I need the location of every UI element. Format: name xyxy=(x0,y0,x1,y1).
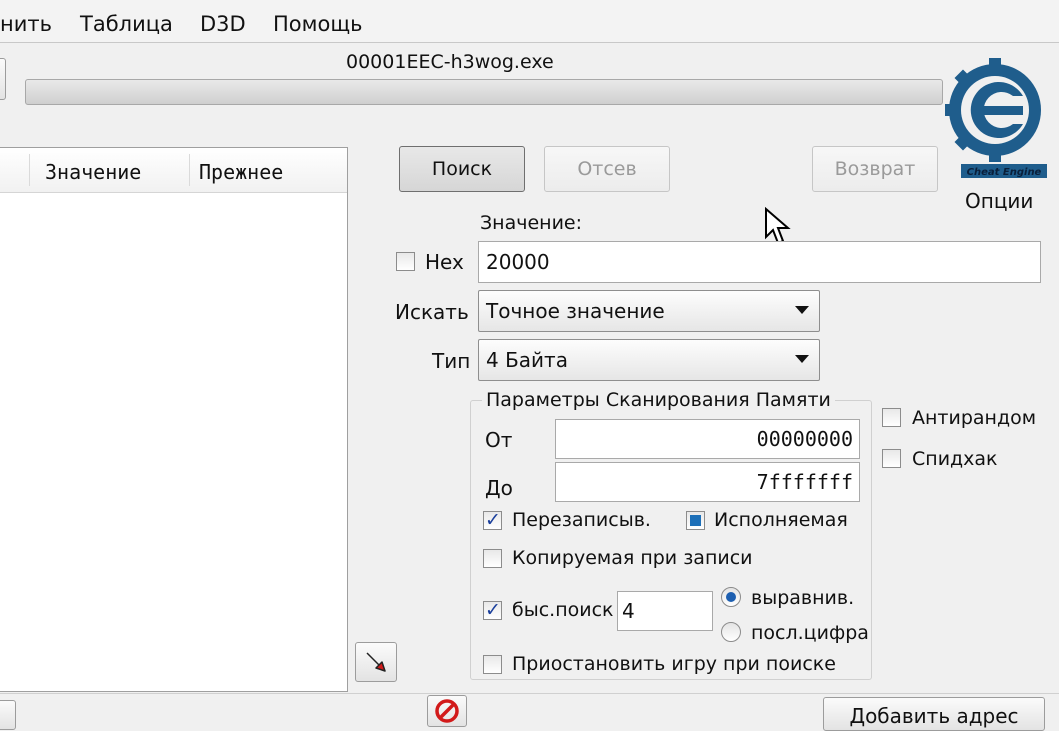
speedhack-checkbox[interactable] xyxy=(882,449,901,468)
chevron-down-icon xyxy=(795,355,809,363)
pause-game-label: Приостановить игру при поиске xyxy=(512,653,836,675)
options-label[interactable]: Опции xyxy=(965,191,1033,211)
speedhack-label: Спидхак xyxy=(912,448,998,470)
column-divider xyxy=(29,154,30,186)
scan-progress-bar xyxy=(25,79,943,105)
antirandom-checkbox[interactable] xyxy=(882,408,901,427)
value-type-selected: 4 Байта xyxy=(486,348,568,372)
from-label: От xyxy=(485,428,513,452)
stop-icon xyxy=(435,699,459,723)
menu-item-help[interactable]: Помощь xyxy=(273,12,363,36)
undo-button[interactable]: Возврат xyxy=(812,146,938,192)
scan-type-selected: Точное значение xyxy=(486,299,665,323)
cheat-engine-logo[interactable]: Cheat Engine xyxy=(943,56,1055,180)
to-label: До xyxy=(485,476,513,500)
menu-divider xyxy=(0,42,1059,43)
value-type-select[interactable]: 4 Байта xyxy=(478,339,820,381)
add-address-button[interactable]: Добавить адрес xyxy=(823,697,1045,731)
menu-bar: нить Таблица D3D Помощь xyxy=(0,0,1059,42)
results-list[interactable]: Значение Прежнее xyxy=(0,147,348,692)
to-address-input[interactable]: 7fffffff xyxy=(555,462,860,502)
copy-on-write-label: Копируемая при записи xyxy=(512,547,753,569)
logo-brand-text: Cheat Engine xyxy=(967,167,1042,178)
pause-game-checkbox[interactable] xyxy=(483,655,502,674)
search-button[interactable]: Поиск xyxy=(399,146,525,192)
fast-scan-checkbox[interactable] xyxy=(483,599,502,621)
menu-item-d3d[interactable]: D3D xyxy=(200,12,246,36)
column-divider xyxy=(189,154,190,186)
chevron-down-icon xyxy=(795,306,809,314)
writable-label: Перезаписыв. xyxy=(512,509,651,531)
hex-checkbox[interactable] xyxy=(396,252,415,271)
column-header-value[interactable]: Значение xyxy=(45,162,141,182)
antirandom-label: Антирандом xyxy=(912,407,1037,429)
writable-checkbox[interactable] xyxy=(483,509,502,531)
fast-scan-value-input[interactable]: 4 xyxy=(617,591,713,631)
hex-label: Hex xyxy=(425,250,464,274)
column-header-previous[interactable]: Прежнее xyxy=(199,162,283,182)
value-label: Значение: xyxy=(480,212,583,234)
stop-button[interactable] xyxy=(427,695,467,727)
from-address-input[interactable]: 00000000 xyxy=(555,419,860,459)
menu-item-save[interactable]: нить xyxy=(0,12,52,36)
align-radio[interactable] xyxy=(721,587,741,607)
menu-item-table[interactable]: Таблица xyxy=(80,12,173,36)
select-process-button[interactable] xyxy=(0,58,6,100)
red-arrow-icon xyxy=(366,652,386,672)
process-name: 00001EEC-h3wog.exe xyxy=(346,51,554,73)
value-input[interactable]: 20000 xyxy=(478,241,1041,283)
executable-checkbox[interactable] xyxy=(686,511,705,530)
filter-button[interactable]: Отсев xyxy=(544,146,670,192)
memory-view-button[interactable] xyxy=(0,700,16,730)
add-to-list-button[interactable] xyxy=(355,642,397,682)
copy-on-write-checkbox[interactable] xyxy=(483,549,502,568)
cheat-engine-logo-icon: Cheat Engine xyxy=(945,58,1047,178)
value-type-label: Тип xyxy=(432,349,471,373)
bottom-divider xyxy=(0,693,1059,694)
last-digits-radio[interactable] xyxy=(721,622,741,642)
executable-label: Исполняемая xyxy=(714,509,848,531)
align-label: выравнив. xyxy=(751,587,855,609)
results-header: Значение Прежнее xyxy=(0,148,347,193)
fast-scan-label: быс.поиск xyxy=(512,599,614,621)
last-digits-label: посл.цифра xyxy=(751,622,869,644)
memory-scan-title: Параметры Сканирования Памяти xyxy=(482,391,835,410)
scan-type-label: Искать xyxy=(395,300,469,324)
scan-type-select[interactable]: Точное значение xyxy=(478,290,820,332)
